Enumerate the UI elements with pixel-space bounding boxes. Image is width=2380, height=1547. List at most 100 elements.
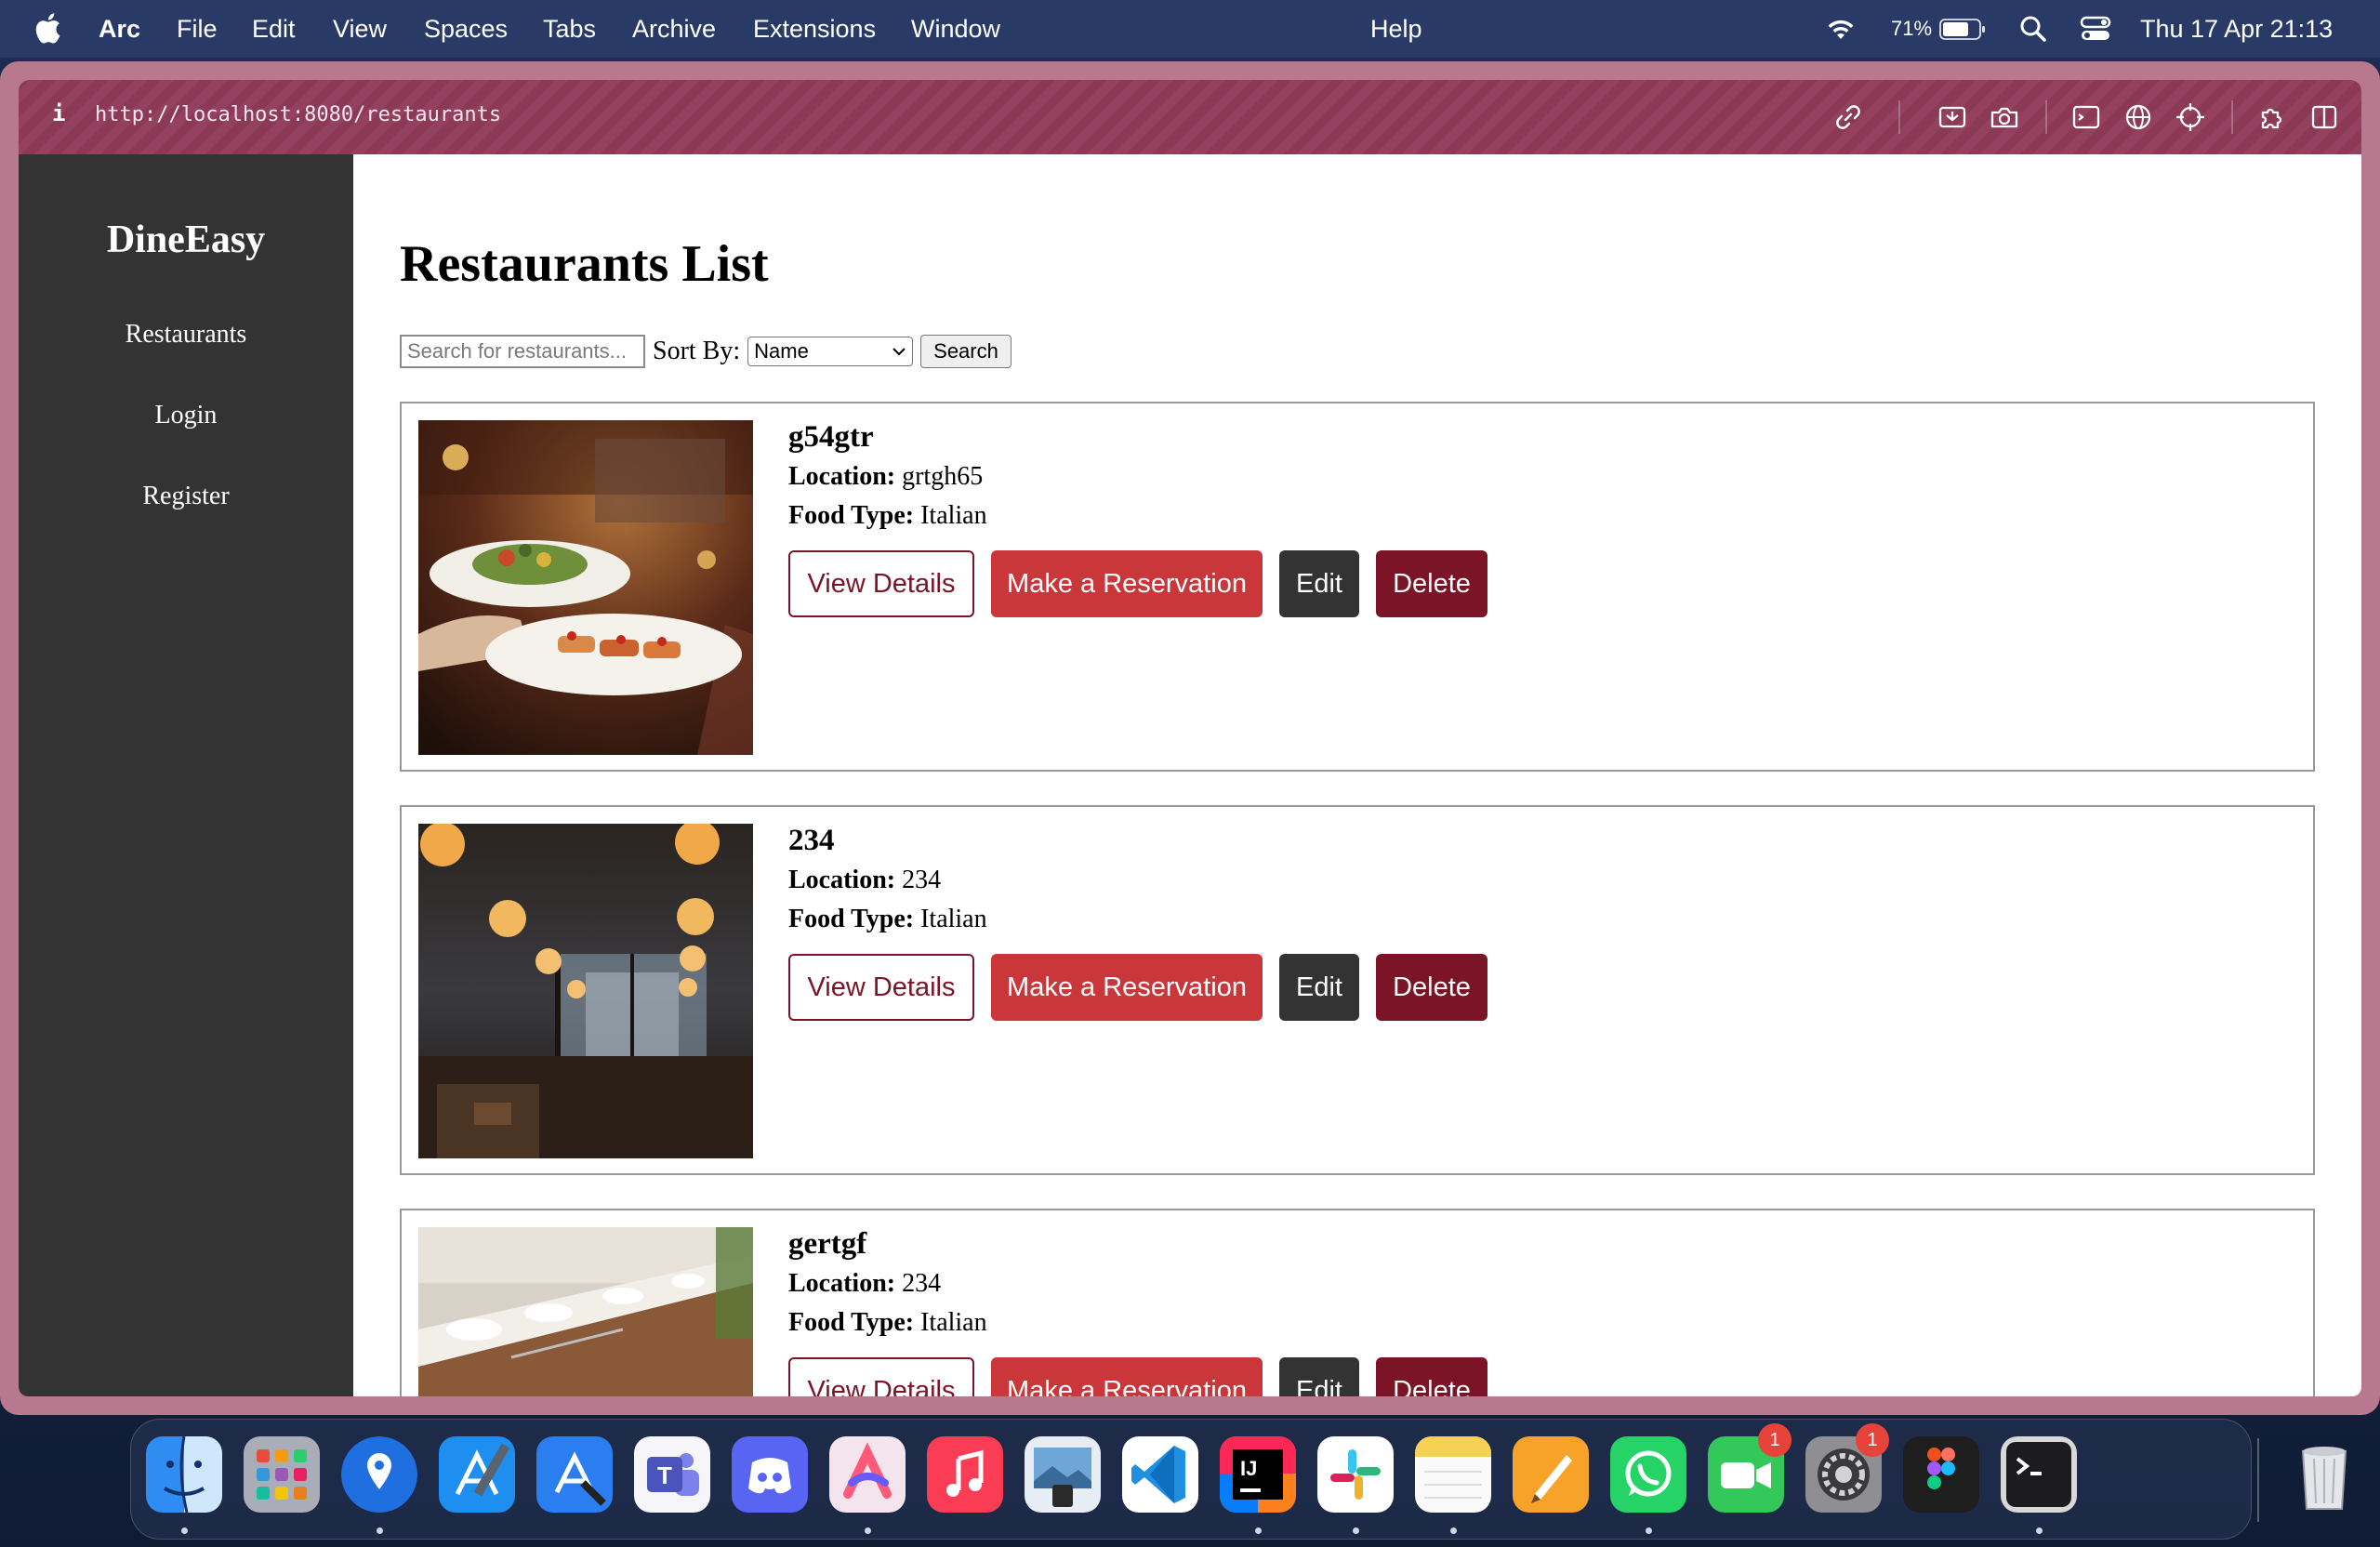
control-center-icon[interactable] xyxy=(2080,16,2111,42)
whatsapp-icon[interactable] xyxy=(1610,1436,1686,1513)
restaurant-food-type: Food Type: Italian xyxy=(788,900,987,939)
view-details-button[interactable]: View Details xyxy=(788,954,974,1021)
pages-icon[interactable] xyxy=(1513,1436,1589,1513)
search-bar: Sort By: Name Search xyxy=(400,334,1012,369)
slack-icon[interactable] xyxy=(1317,1436,1394,1513)
url-field[interactable]: http://localhost:8080/restaurants xyxy=(95,103,501,126)
svg-text:IJ: IJ xyxy=(1240,1457,1257,1480)
make-reservation-button[interactable]: Make a Reservation xyxy=(991,954,1263,1021)
food-type-value: Italian xyxy=(920,905,987,933)
dock-running-indicator xyxy=(1255,1527,1262,1534)
arc-browser-icon[interactable] xyxy=(829,1436,906,1513)
menu-tabs[interactable]: Tabs xyxy=(543,0,596,58)
copy-link-icon[interactable] xyxy=(1831,100,1865,134)
menu-help[interactable]: Help xyxy=(1370,0,1422,58)
restaurant-info: 234 Location: 234 Food Type: Italian xyxy=(788,820,987,939)
terminal-window-icon[interactable] xyxy=(2069,100,2103,134)
site-sidebar: DineEasy Restaurants Login Register xyxy=(19,154,353,1396)
system-settings-icon[interactable]: 1 xyxy=(1805,1423,1889,1513)
nav-link-register[interactable]: Register xyxy=(19,482,353,511)
spotlight-search-icon[interactable] xyxy=(2019,15,2047,43)
crosshair-icon[interactable] xyxy=(2174,100,2207,134)
restaurant-card: 234 Location: 234 Food Type: Italian Vie… xyxy=(400,805,2315,1175)
xcode-icon[interactable] xyxy=(439,1436,515,1513)
toolbar-divider xyxy=(2045,100,2047,134)
toolbar-divider xyxy=(1898,100,1900,134)
menu-window[interactable]: Window xyxy=(911,0,1000,58)
split-view-icon[interactable] xyxy=(2307,100,2341,134)
music-icon[interactable] xyxy=(927,1436,1003,1513)
restaurant-location: Location: grtgh65 xyxy=(788,457,987,496)
terminal-icon[interactable] xyxy=(2001,1436,2077,1513)
restaurant-location: Location: 234 xyxy=(788,1264,987,1303)
delete-button[interactable]: Delete xyxy=(1376,954,1488,1021)
view-details-button[interactable]: View Details xyxy=(788,1357,974,1396)
facetime-icon[interactable]: 1 xyxy=(1708,1423,1792,1513)
figma-icon[interactable] xyxy=(1903,1436,1979,1513)
notification-badge: 1 xyxy=(1758,1423,1792,1457)
url-bar: i http://localhost:8080/restaurants xyxy=(19,80,2361,154)
finder-icon[interactable] xyxy=(146,1436,222,1513)
search-input[interactable] xyxy=(400,335,645,368)
vscode-icon[interactable] xyxy=(1122,1436,1198,1513)
toolbar-divider xyxy=(2231,100,2233,134)
web-page: DineEasy Restaurants Login Register Rest… xyxy=(19,154,2361,1396)
menu-file[interactable]: File xyxy=(177,0,218,58)
nav-link-restaurants[interactable]: Restaurants xyxy=(19,320,353,350)
capture-icon[interactable] xyxy=(1936,100,1969,134)
menu-edit[interactable]: Edit xyxy=(252,0,296,58)
location-value: 234 xyxy=(902,1269,942,1298)
dock-running-indicator xyxy=(865,1527,871,1534)
make-reservation-button[interactable]: Make a Reservation xyxy=(991,550,1263,617)
location-label: Location: xyxy=(788,866,896,894)
dock: T IJ 1 1 xyxy=(130,1419,2347,1540)
view-details-button[interactable]: View Details xyxy=(788,550,974,617)
site-brand[interactable]: DineEasy xyxy=(19,218,353,262)
food-type-label: Food Type: xyxy=(788,501,915,530)
menu-archive[interactable]: Archive xyxy=(632,0,716,58)
maps-pin-icon[interactable] xyxy=(341,1436,417,1513)
restaurant-actions: View Details Make a Reservation Edit Del… xyxy=(788,1357,1504,1396)
food-type-label: Food Type: xyxy=(788,1308,915,1337)
nav-link-login[interactable]: Login xyxy=(19,401,353,430)
notification-badge: 1 xyxy=(1856,1423,1889,1457)
sort-select[interactable]: Name xyxy=(747,337,914,366)
menu-datetime[interactable]: Thu 17 Apr 21:13 xyxy=(2140,0,2333,58)
svg-text:T: T xyxy=(657,1461,672,1489)
menu-view[interactable]: View xyxy=(333,0,387,58)
menu-spaces[interactable]: Spaces xyxy=(424,0,508,58)
edit-button[interactable]: Edit xyxy=(1279,1357,1359,1396)
intellij-idea-icon[interactable]: IJ xyxy=(1220,1436,1296,1513)
menu-extensions[interactable]: Extensions xyxy=(753,0,876,58)
teams-icon[interactable]: T xyxy=(634,1436,710,1513)
notes-icon[interactable] xyxy=(1415,1436,1491,1513)
restaurant-name: 234 xyxy=(788,824,835,857)
edit-button[interactable]: Edit xyxy=(1279,954,1359,1021)
chevron-down-icon xyxy=(892,348,906,356)
main-content: Restaurants List Sort By: Name Search xyxy=(353,154,2361,1396)
preview-icon[interactable] xyxy=(1025,1436,1101,1513)
delete-button[interactable]: Delete xyxy=(1376,1357,1488,1396)
delete-button[interactable]: Delete xyxy=(1376,550,1488,617)
restaurant-actions: View Details Make a Reservation Edit Del… xyxy=(788,954,1504,1021)
make-reservation-button[interactable]: Make a Reservation xyxy=(991,1357,1263,1396)
launchpad-icon[interactable] xyxy=(244,1436,320,1513)
restaurant-card: g54gtr Location: grtgh65 Food Type: Ital… xyxy=(400,402,2315,772)
wifi-icon[interactable] xyxy=(1825,17,1857,41)
trash-icon[interactable] xyxy=(2286,1436,2362,1513)
apple-logo-icon[interactable] xyxy=(33,12,61,44)
app-store-tools-icon[interactable] xyxy=(536,1436,613,1513)
globe-icon[interactable] xyxy=(2122,100,2155,134)
camera-icon[interactable] xyxy=(1988,100,2021,134)
edit-button[interactable]: Edit xyxy=(1279,550,1359,617)
menu-app-name[interactable]: Arc xyxy=(99,0,140,58)
restaurant-info: g54gtr Location: grtgh65 Food Type: Ital… xyxy=(788,416,987,536)
restaurant-card: gertgf Location: 234 Food Type: Italian … xyxy=(400,1209,2315,1396)
site-info-icon[interactable]: i xyxy=(52,100,65,126)
battery-icon[interactable] xyxy=(1939,19,1986,40)
extensions-icon[interactable] xyxy=(2255,100,2289,134)
discord-icon[interactable] xyxy=(732,1436,808,1513)
food-type-label: Food Type: xyxy=(788,905,915,933)
location-value: grtgh65 xyxy=(902,462,984,491)
search-button[interactable]: Search xyxy=(920,335,1012,368)
